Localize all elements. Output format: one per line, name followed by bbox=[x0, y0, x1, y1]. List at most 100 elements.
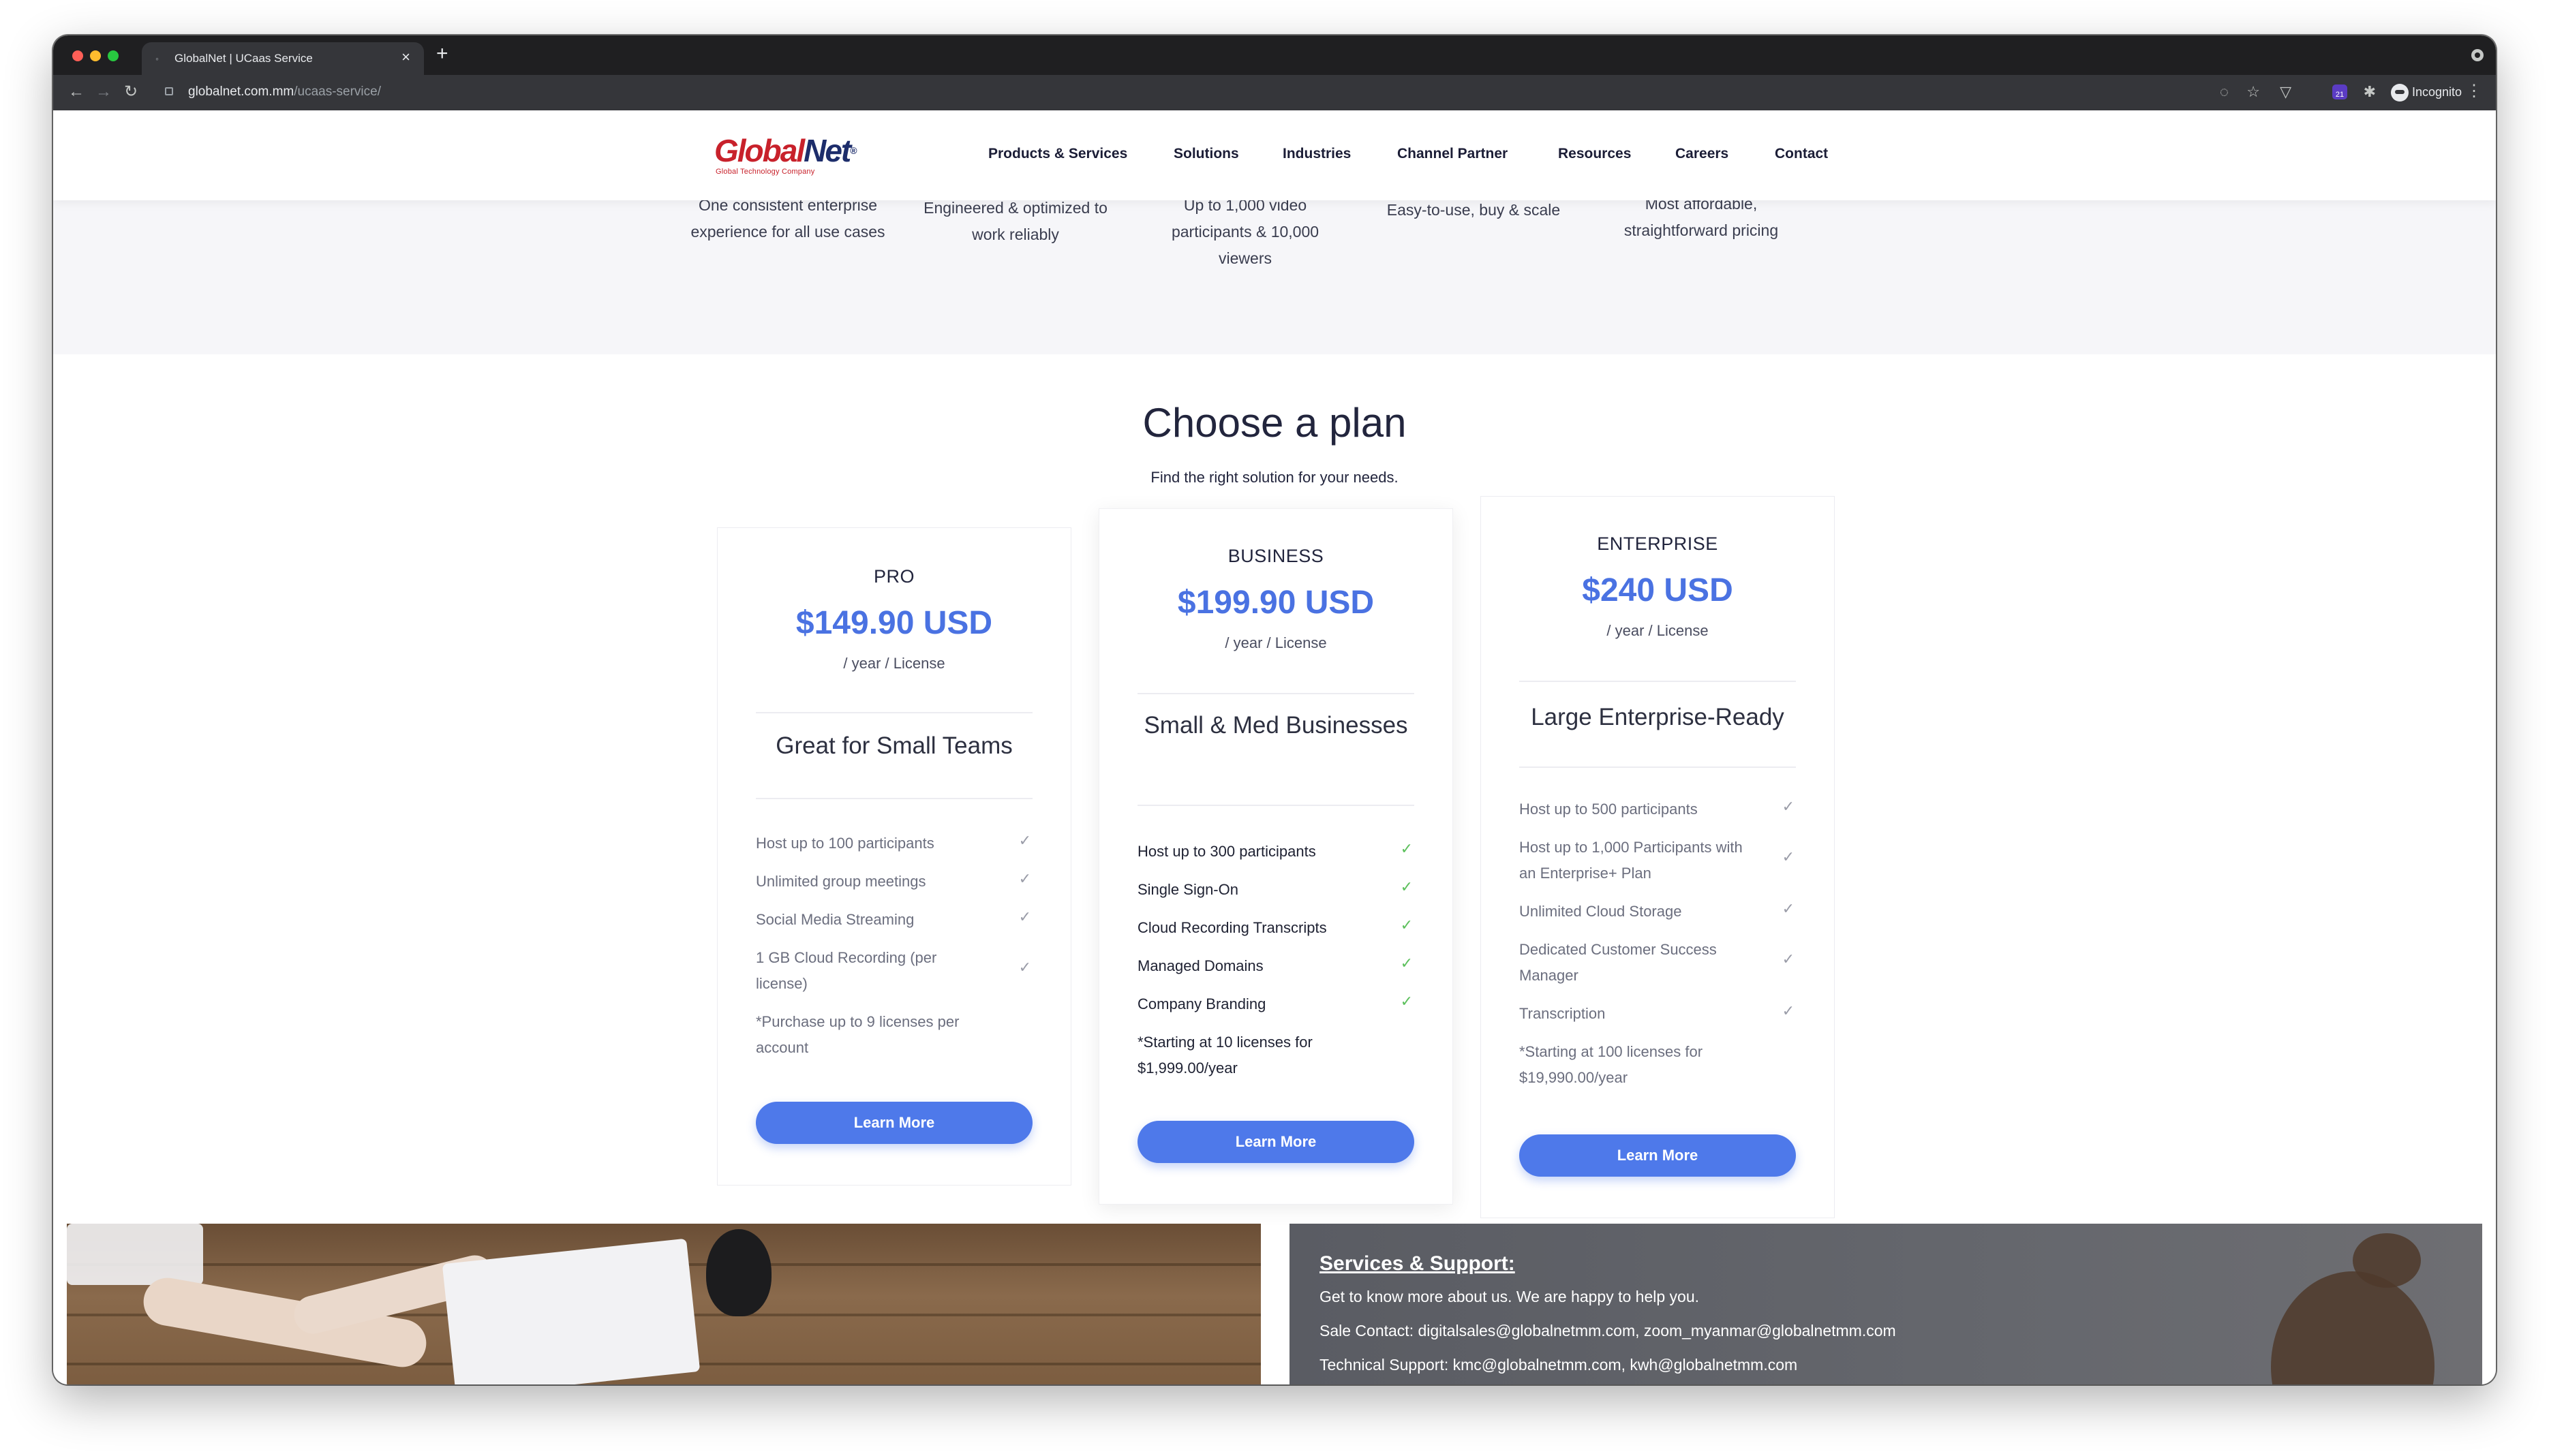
team-handshake-image bbox=[67, 1224, 1261, 1384]
check-icon: ✓ bbox=[1018, 870, 1031, 887]
check-icon: ✓ bbox=[1782, 900, 1795, 917]
kebab-menu-icon[interactable]: ⋮ bbox=[2466, 82, 2482, 101]
globalnet-logo[interactable]: GlobalNet® Global Technology Company bbox=[714, 135, 857, 177]
plan-feature: Host up to 500 participants ✓ bbox=[1519, 798, 1795, 818]
plan-feature: Dedicated Customer Success Manager ✓ bbox=[1519, 941, 1795, 984]
star-icon[interactable]: ☆ bbox=[2246, 83, 2260, 101]
plan-period: / year / License bbox=[843, 655, 945, 672]
feature-easy-to-use: Easy-to-use, buy & scale bbox=[1386, 201, 1561, 219]
plan-feature: Unlimited Cloud Storage ✓ bbox=[1519, 900, 1795, 920]
divider bbox=[756, 798, 1033, 799]
plan-tagline: Great for Small Teams bbox=[776, 732, 1013, 759]
plan-feature: Managed Domains ✓ bbox=[1138, 955, 1413, 974]
plan-feature: Cloud Recording Transcripts ✓ bbox=[1138, 916, 1413, 936]
plan-feature: Host up to 1,000 Participants with an En… bbox=[1519, 839, 1795, 882]
back-arrow-icon[interactable]: ← bbox=[68, 83, 85, 101]
forward-arrow-icon[interactable]: → bbox=[95, 83, 112, 101]
lock-icon[interactable] bbox=[165, 87, 173, 95]
plan-name: BUSINESS bbox=[1227, 546, 1324, 566]
divider bbox=[1138, 805, 1414, 806]
plan-note: *Purchase up to 9 licenses per account bbox=[756, 1013, 960, 1056]
page-viewport: GlobalNet® Global Technology Company Pro… bbox=[53, 110, 2496, 1384]
puzzle-icon[interactable]: ✱ bbox=[2364, 83, 2376, 101]
check-icon: ✓ bbox=[1782, 848, 1795, 865]
plan-note: *Starting at 10 licenses for $1,999.00/y… bbox=[1138, 1034, 1313, 1076]
minimize-window-button[interactable] bbox=[90, 50, 101, 61]
divider bbox=[1519, 681, 1796, 682]
nav-careers[interactable]: Careers bbox=[1675, 146, 1728, 162]
plan-tagline: Large Enterprise-Ready bbox=[1531, 704, 1784, 730]
check-icon: ✓ bbox=[1400, 840, 1413, 857]
plan-tagline: Small & Med Businesses bbox=[1144, 712, 1408, 739]
reload-icon[interactable]: ↻ bbox=[124, 83, 138, 101]
plan-name: ENTERPRISE bbox=[1597, 533, 1718, 554]
browser-toolbar: ← → ↻ globalnet.com.mm/ucaas-service/ ◌ … bbox=[53, 75, 2496, 111]
plan-feature: Transcription ✓ bbox=[1519, 1002, 1795, 1022]
tab-search-icon[interactable] bbox=[2471, 49, 2484, 61]
browser-window: ◦ GlobalNet | UCaas Service × + ← → ↻ gl… bbox=[53, 35, 2496, 1384]
plan-card-pro: PRO $149.90 USD / year / License Great f… bbox=[717, 527, 1071, 1186]
technical-support: Technical Support: kmc@globalnetmm.com, … bbox=[1319, 1356, 1798, 1374]
check-icon: ✓ bbox=[1782, 950, 1795, 967]
logo-tagline: Global Technology Company bbox=[716, 168, 815, 176]
tab-title: GlobalNet | UCaas Service bbox=[174, 52, 313, 65]
divider bbox=[1138, 693, 1414, 694]
browser-titlebar: ◦ GlobalNet | UCaas Service × + bbox=[53, 35, 2496, 75]
check-icon: ✓ bbox=[1018, 908, 1031, 925]
plan-feature: Single Sign-On ✓ bbox=[1138, 878, 1413, 898]
new-tab-button[interactable]: + bbox=[436, 44, 448, 64]
sales-contact: Sale Contact: digitalsales@globalnetmm.c… bbox=[1319, 1322, 1896, 1339]
globe-icon: ◦ bbox=[155, 53, 159, 64]
incognito-icon[interactable] bbox=[2391, 84, 2409, 102]
plan-price: $240 USD bbox=[1582, 572, 1733, 608]
profile-label[interactable]: Incognito bbox=[2412, 85, 2462, 99]
close-tab-icon[interactable]: × bbox=[401, 50, 410, 65]
extension-badge-icon[interactable]: 21 bbox=[2332, 84, 2347, 99]
extension-v-icon[interactable]: ▽ bbox=[2280, 83, 2291, 101]
browser-tab-active[interactable]: ◦ GlobalNet | UCaas Service × bbox=[142, 42, 424, 75]
maximize-window-button[interactable] bbox=[108, 50, 119, 61]
check-icon: ✓ bbox=[1400, 878, 1413, 895]
nav-contact[interactable]: Contact bbox=[1775, 146, 1828, 162]
features-strip: One consistent enterprise experience for… bbox=[53, 195, 2496, 354]
plan-price: $149.90 USD bbox=[795, 605, 993, 641]
divider bbox=[1519, 766, 1796, 768]
divider bbox=[756, 712, 1033, 713]
plan-price: $199.90 USD bbox=[1177, 585, 1375, 621]
plan-card-enterprise: ENTERPRISE $240 USD / year / License Lar… bbox=[1480, 496, 1835, 1218]
check-icon: ✓ bbox=[1400, 955, 1413, 972]
check-icon: ✓ bbox=[1782, 1002, 1795, 1019]
learn-more-button-pro[interactable]: Learn More bbox=[756, 1102, 1033, 1144]
eye-off-icon[interactable]: ◌ bbox=[2220, 83, 2229, 101]
url-path: /ucaas-service/ bbox=[294, 84, 382, 99]
nav-solutions[interactable]: Solutions bbox=[1174, 146, 1239, 162]
nav-industries[interactable]: Industries bbox=[1283, 146, 1351, 162]
check-icon: ✓ bbox=[1400, 916, 1413, 933]
address-bar[interactable]: globalnet.com.mm/ucaas-service/ bbox=[188, 84, 381, 99]
plans-subtitle: Find the right solution for your needs. bbox=[1150, 469, 1399, 486]
services-support-title[interactable]: Services & Support: bbox=[1319, 1252, 1515, 1275]
logo-wordmark: GlobalNet® bbox=[714, 133, 857, 168]
close-window-button[interactable] bbox=[72, 50, 83, 61]
nav-resources[interactable]: Resources bbox=[1558, 146, 1631, 162]
plan-card-business: BUSINESS $199.90 USD / year / License Sm… bbox=[1099, 508, 1453, 1205]
check-icon: ✓ bbox=[1018, 832, 1031, 849]
plan-feature: Company Branding ✓ bbox=[1138, 993, 1413, 1012]
check-icon: ✓ bbox=[1782, 798, 1795, 815]
nav-channel-partner[interactable]: Channel Partner bbox=[1397, 146, 1508, 162]
plan-feature: Host up to 300 participants ✓ bbox=[1138, 840, 1413, 860]
plan-period: / year / License bbox=[1606, 622, 1709, 639]
plan-feature: Unlimited group meetings ✓ bbox=[756, 870, 1031, 890]
url-domain: globalnet.com.mm bbox=[188, 84, 294, 99]
support-intro: Get to know more about us. We are happy … bbox=[1319, 1288, 1700, 1305]
learn-more-button-enterprise[interactable]: Learn More bbox=[1519, 1134, 1796, 1177]
check-icon: ✓ bbox=[1400, 993, 1413, 1010]
site-header: GlobalNet® Global Technology Company Pro… bbox=[53, 110, 2496, 200]
check-icon: ✓ bbox=[1018, 959, 1031, 976]
plans-title: Choose a plan bbox=[1142, 400, 1407, 446]
learn-more-button-business[interactable]: Learn More bbox=[1138, 1121, 1414, 1163]
nav-products-services[interactable]: Products & Services bbox=[988, 146, 1127, 162]
feature-video-participants: Up to 1,000 video participants & 10,000 … bbox=[1171, 196, 1319, 267]
services-support-banner: Services & Support: Get to know more abo… bbox=[1289, 1224, 2482, 1384]
plan-period: / year / License bbox=[1225, 634, 1327, 651]
